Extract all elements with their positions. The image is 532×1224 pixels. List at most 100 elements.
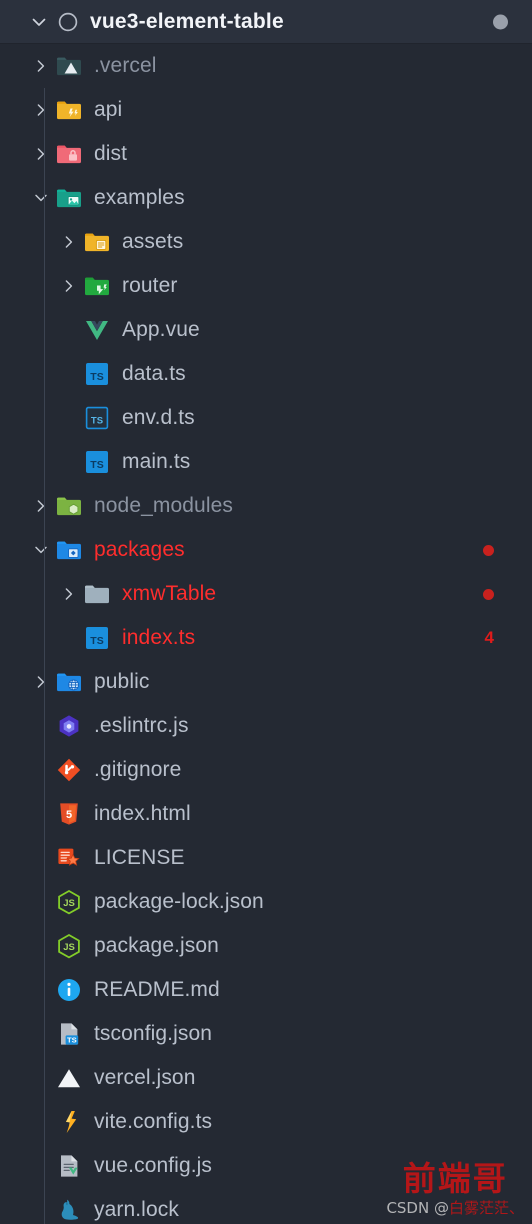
folder-examples-icon — [54, 183, 84, 213]
tree-row[interactable]: README.md — [0, 968, 532, 1012]
tree-row[interactable]: LICENSE — [0, 836, 532, 880]
status-badge-count-label: 4 — [484, 628, 494, 647]
tree-row[interactable]: vue.config.js — [0, 1144, 532, 1188]
tree-row-label: router — [122, 274, 178, 297]
tree-row[interactable]: yarn.lock — [0, 1188, 532, 1224]
tree-row[interactable]: vite.config.ts — [0, 1100, 532, 1144]
nodejs-file-icon: JS — [54, 931, 84, 961]
chevron-right-icon[interactable] — [56, 581, 82, 607]
circle-outline-icon — [56, 10, 80, 34]
chevron-right-icon[interactable] — [28, 493, 54, 519]
tree-row[interactable]: .vercel — [0, 44, 532, 88]
chevron-right-icon[interactable] — [28, 97, 54, 123]
tree-row[interactable]: node_modules — [0, 484, 532, 528]
eslint-file-icon — [54, 711, 84, 741]
tree-row[interactable]: TS index.ts 4 — [0, 616, 532, 660]
tree-row-label: vue.config.js — [94, 1154, 213, 1177]
tree-row[interactable]: assets — [0, 220, 532, 264]
vscode-explorer-panel: vue3-element-table .vercel api dist example… — [0, 0, 532, 1224]
tree-row[interactable]: .gitignore — [0, 748, 532, 792]
explorer-header[interactable]: vue3-element-table — [0, 0, 532, 44]
tree-row-label: App.vue — [122, 318, 200, 341]
svg-text:TS: TS — [91, 416, 103, 427]
chevron-right-icon[interactable] — [28, 669, 54, 695]
tree-row[interactable]: 5 index.html — [0, 792, 532, 836]
tree-row[interactable]: TS env.d.ts — [0, 396, 532, 440]
vite-file-icon — [54, 1107, 84, 1137]
tree-row[interactable]: xmwTable — [0, 572, 532, 616]
folder-plain-icon — [82, 579, 112, 609]
vue-file-icon — [82, 315, 112, 345]
tree-row[interactable]: JS package.json — [0, 924, 532, 968]
chevron-down-icon[interactable] — [28, 537, 54, 563]
folder-packages-icon — [54, 535, 84, 565]
tree-row[interactable]: .eslintrc.js — [0, 704, 532, 748]
tree-row[interactable]: examples — [0, 176, 532, 220]
tree-row[interactable]: vercel.json — [0, 1056, 532, 1100]
tree-row[interactable]: packages — [0, 528, 532, 572]
chevron-right-icon[interactable] — [28, 53, 54, 79]
svg-text:TS: TS — [90, 371, 103, 383]
chevron-down-icon[interactable] — [28, 185, 54, 211]
yarn-file-icon — [54, 1195, 84, 1224]
typescript-file-icon: TS — [82, 447, 112, 477]
vue-config-file-icon — [54, 1151, 84, 1181]
tree-row-label: package.json — [94, 934, 219, 957]
tree-row-label: index.ts — [122, 626, 196, 649]
chevron-down-icon[interactable] — [28, 11, 50, 33]
tree-row-label: .gitignore — [94, 758, 182, 781]
tree-row-label: LICENSE — [94, 846, 185, 869]
chevron-right-icon[interactable] — [56, 229, 82, 255]
tree-row[interactable]: router — [0, 264, 532, 308]
tree-row-label: node_modules — [94, 494, 233, 517]
svg-text:JS: JS — [63, 942, 75, 953]
status-badge-dot — [483, 588, 494, 600]
tree-row-label: assets — [122, 230, 184, 253]
tree-row-label: index.html — [94, 802, 191, 825]
tree-row-label: yarn.lock — [94, 1198, 179, 1221]
tree-row[interactable]: App.vue — [0, 308, 532, 352]
tree-row-label: packages — [94, 538, 185, 561]
page-title: vue3-element-table — [90, 9, 284, 33]
folder-vercel-icon — [54, 51, 84, 81]
modified-dot-icon — [493, 14, 508, 29]
tree-row-label: public — [94, 670, 150, 693]
tree-row[interactable]: TS tsconfig.json — [0, 1012, 532, 1056]
tree-row-label: env.d.ts — [122, 406, 195, 429]
svg-text:TS: TS — [90, 459, 103, 471]
svg-text:TS: TS — [67, 1036, 77, 1045]
tree-row-label: api — [94, 98, 123, 121]
chevron-right-icon[interactable] — [56, 273, 82, 299]
tree-row-label: .vercel — [94, 54, 157, 77]
tree-row[interactable]: dist — [0, 132, 532, 176]
status-badge-dot — [483, 544, 494, 556]
folder-node-icon — [54, 491, 84, 521]
tsconfig-file-icon: TS — [54, 1019, 84, 1049]
folder-dist-icon — [54, 139, 84, 169]
html-file-icon: 5 — [54, 799, 84, 829]
tree-row[interactable]: JS package-lock.json — [0, 880, 532, 924]
svg-text:TS: TS — [90, 635, 103, 647]
git-file-icon — [54, 755, 84, 785]
folder-api-icon — [54, 95, 84, 125]
readme-info-file-icon — [54, 975, 84, 1005]
folder-assets-icon — [82, 227, 112, 257]
tree-row-label: dist — [94, 142, 128, 165]
tree-row[interactable]: TS main.ts — [0, 440, 532, 484]
svg-text:JS: JS — [63, 898, 75, 909]
typescript-file-icon: TS — [82, 359, 112, 389]
typescript-file-icon: TS — [82, 623, 112, 653]
tree-row-label: .eslintrc.js — [94, 714, 189, 737]
status-badge-count: 4 — [485, 628, 494, 648]
typescript-def-file-icon: TS — [82, 403, 112, 433]
tree-row[interactable]: TS data.ts — [0, 352, 532, 396]
license-file-icon — [54, 843, 84, 873]
tree-row[interactable]: api — [0, 88, 532, 132]
tree-row-label: examples — [94, 186, 185, 209]
nodejs-file-icon: JS — [54, 887, 84, 917]
indent-guide — [44, 88, 45, 1224]
vercel-file-icon — [54, 1063, 84, 1093]
tree-row-label: package-lock.json — [94, 890, 264, 913]
tree-row[interactable]: public — [0, 660, 532, 704]
chevron-right-icon[interactable] — [28, 141, 54, 167]
